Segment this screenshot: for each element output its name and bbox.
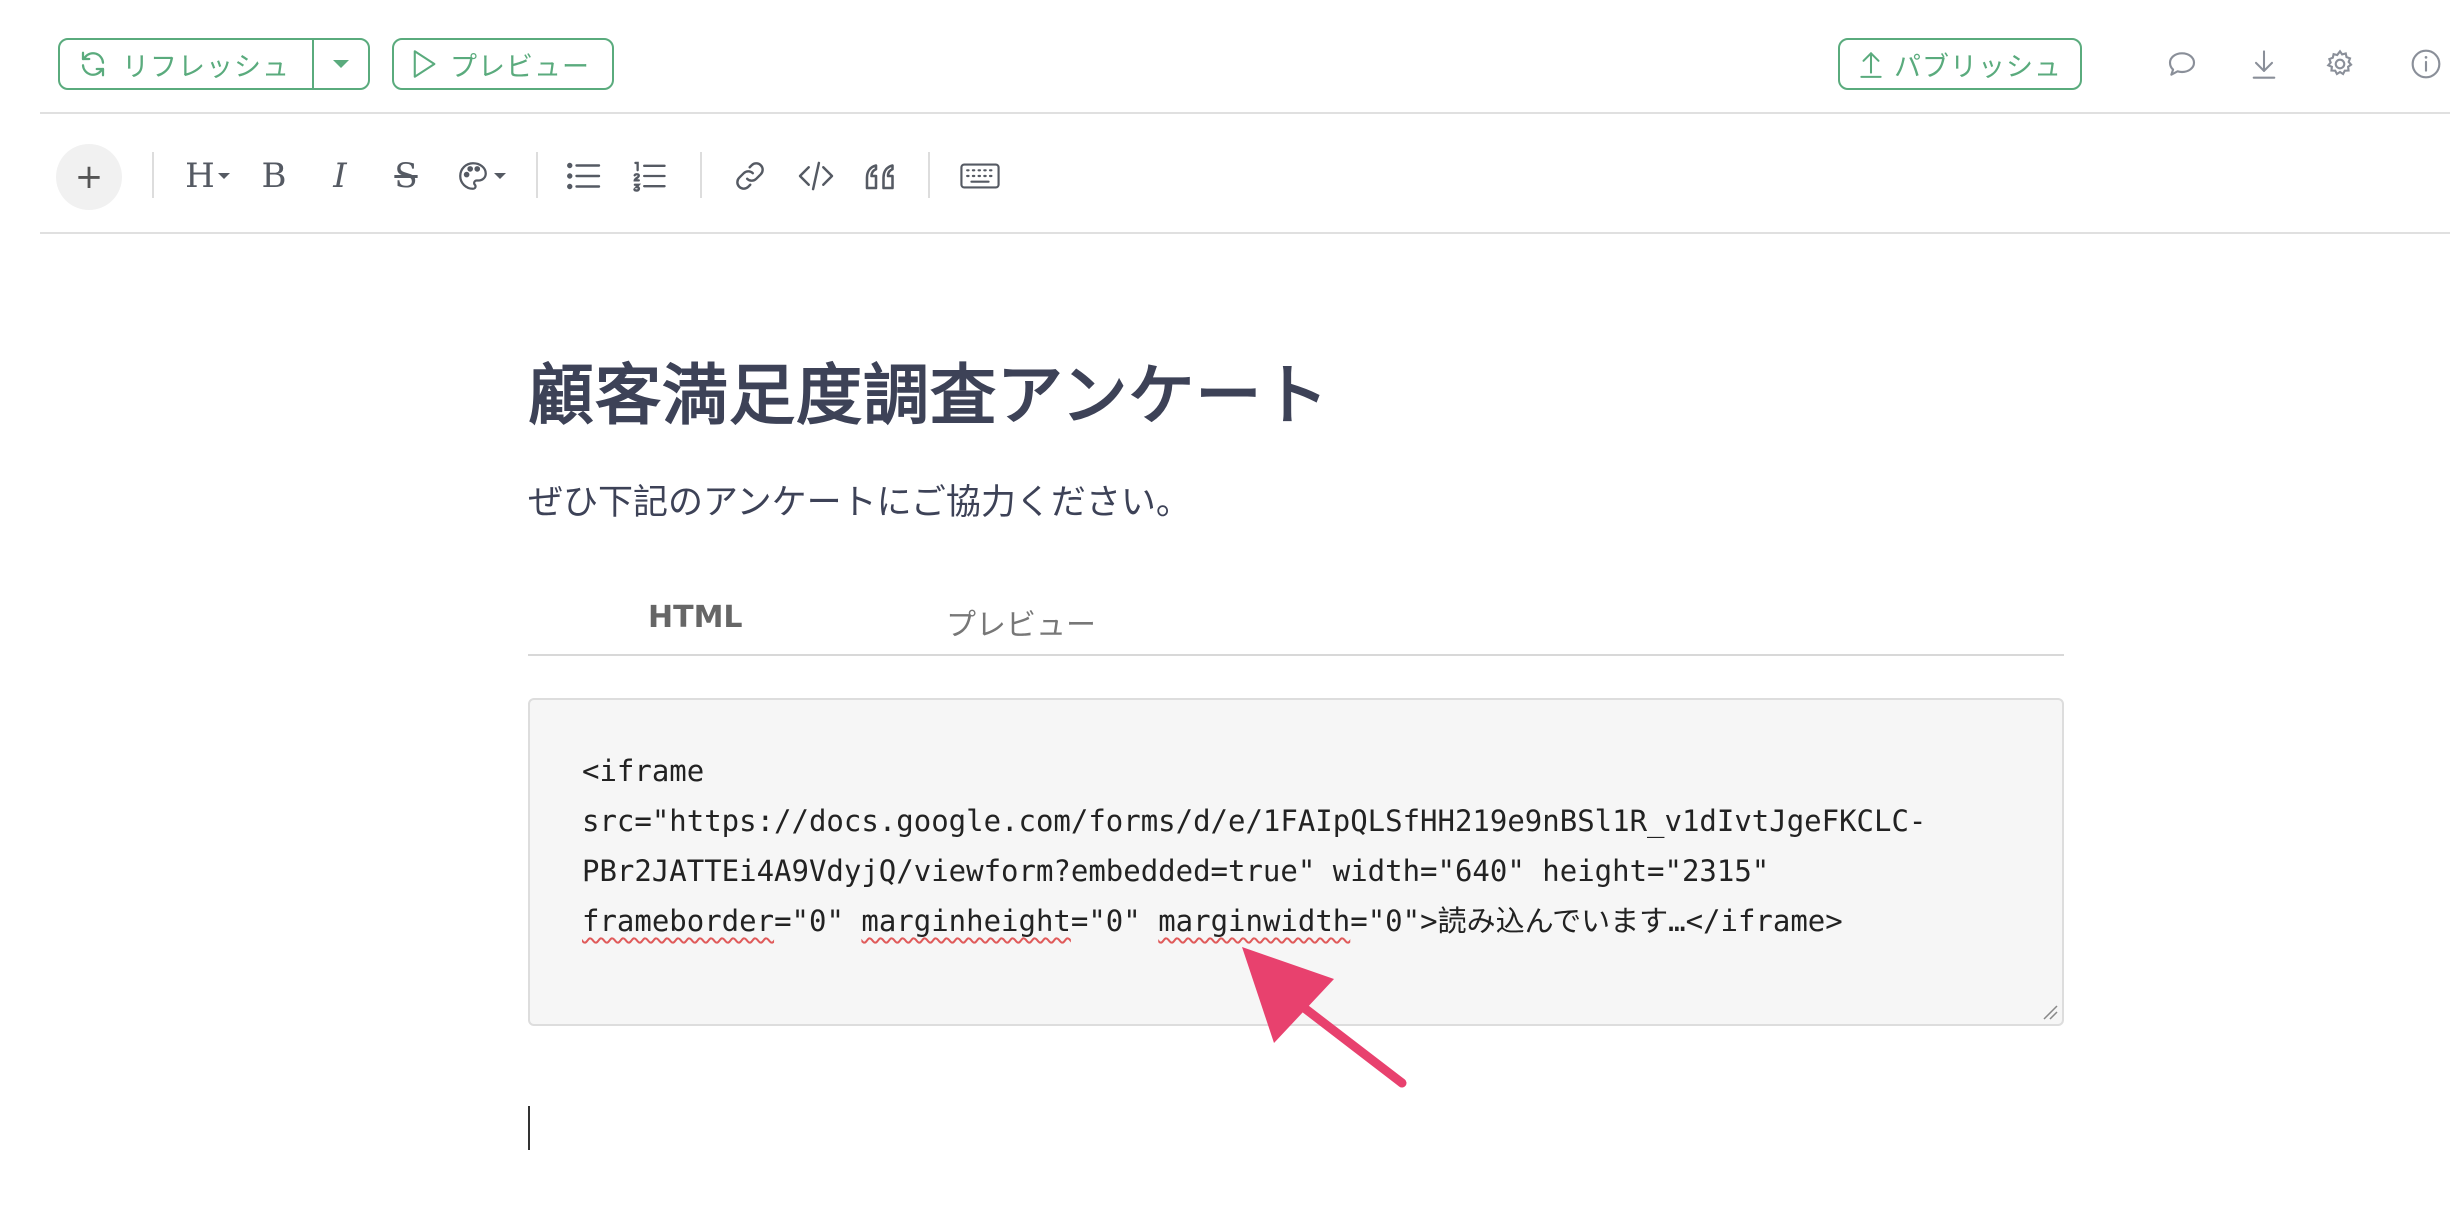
- refresh-button-group: リフレッシュ: [58, 38, 370, 90]
- insert-block-button[interactable]: +: [56, 144, 122, 210]
- comment-icon[interactable]: [2162, 44, 2202, 84]
- formatting-toolbar: + H B I S: [40, 114, 2450, 234]
- toolbar-divider: [152, 152, 154, 198]
- text-cursor: [528, 1106, 530, 1150]
- spellcheck-word: marginheight: [861, 904, 1071, 938]
- code-fragment: ="0": [1070, 904, 1159, 938]
- toolbar-divider: [928, 152, 930, 198]
- quote-button[interactable]: [860, 154, 904, 198]
- bullet-list-button[interactable]: [562, 154, 606, 198]
- code-button[interactable]: [794, 154, 838, 198]
- code-fragment: ="0": [774, 904, 862, 938]
- code-line: <iframe: [582, 754, 705, 788]
- heading-button[interactable]: H: [180, 154, 236, 198]
- caret-down-icon: [331, 58, 351, 70]
- code-fragment: ="0">読み込んでいます…</iframe>: [1350, 904, 1843, 938]
- annotation-arrow: [1230, 935, 1410, 1099]
- palette-icon: [455, 159, 491, 193]
- upload-icon: [1858, 49, 1884, 79]
- refresh-icon: [78, 49, 108, 79]
- italic-button[interactable]: I: [320, 154, 360, 198]
- caret-down-icon: [493, 171, 507, 181]
- preview-label: プレビュー: [450, 51, 590, 83]
- code-line: src="https://docs.google.com/forms/d/e/1…: [582, 804, 1927, 838]
- link-button[interactable]: [728, 154, 772, 198]
- color-button[interactable]: [452, 154, 510, 198]
- italic-label: I: [333, 156, 347, 196]
- refresh-button[interactable]: リフレッシュ: [60, 40, 314, 88]
- toolbar-divider: [536, 152, 538, 198]
- quote-icon: [864, 161, 900, 191]
- numbered-list-icon: [632, 160, 668, 192]
- resize-handle[interactable]: [2040, 1002, 2058, 1020]
- play-icon: [410, 49, 438, 79]
- spellcheck-word: frameborder: [582, 904, 775, 938]
- top-bar: リフレッシュ プレビュー パブリッシュ: [40, 0, 2450, 114]
- strikethrough-button[interactable]: S: [386, 154, 426, 198]
- strikethrough-label: S: [394, 156, 418, 196]
- download-icon[interactable]: [2244, 44, 2284, 84]
- link-icon: [733, 159, 767, 193]
- info-icon[interactable]: [2406, 44, 2446, 84]
- numbered-list-button[interactable]: [628, 154, 672, 198]
- bold-label: B: [261, 156, 287, 196]
- toolbar-divider: [700, 152, 702, 198]
- publish-label: パブリッシュ: [1894, 51, 2062, 83]
- tab-preview[interactable]: プレビュー: [946, 600, 1096, 644]
- page-title[interactable]: 顧客満足度調査アンケート: [528, 342, 1329, 438]
- refresh-options-dropdown[interactable]: [314, 40, 368, 88]
- bold-button[interactable]: B: [254, 154, 294, 198]
- spellcheck-word: marginwidth: [1158, 904, 1351, 938]
- intro-paragraph[interactable]: ぜひ下記のアンケートにご協力ください。: [528, 474, 1191, 525]
- tab-html[interactable]: HTML: [648, 600, 743, 635]
- caret-down-icon: [217, 171, 231, 181]
- preview-button[interactable]: プレビュー: [392, 38, 614, 90]
- gear-icon[interactable]: [2320, 44, 2360, 84]
- code-preview-tabs: HTML プレビュー: [528, 586, 2064, 656]
- bullet-list-icon: [566, 161, 602, 191]
- heading-label: H: [185, 156, 215, 196]
- code-icon: [798, 160, 834, 192]
- code-line: PBr2JATTEi4A9VdyjQ/viewform?embedded=tru…: [582, 854, 1770, 888]
- keyboard-shortcuts-button[interactable]: [952, 154, 1008, 198]
- publish-button[interactable]: パブリッシュ: [1838, 38, 2082, 90]
- keyboard-icon: [960, 162, 1000, 190]
- refresh-label: リフレッシュ: [122, 51, 290, 83]
